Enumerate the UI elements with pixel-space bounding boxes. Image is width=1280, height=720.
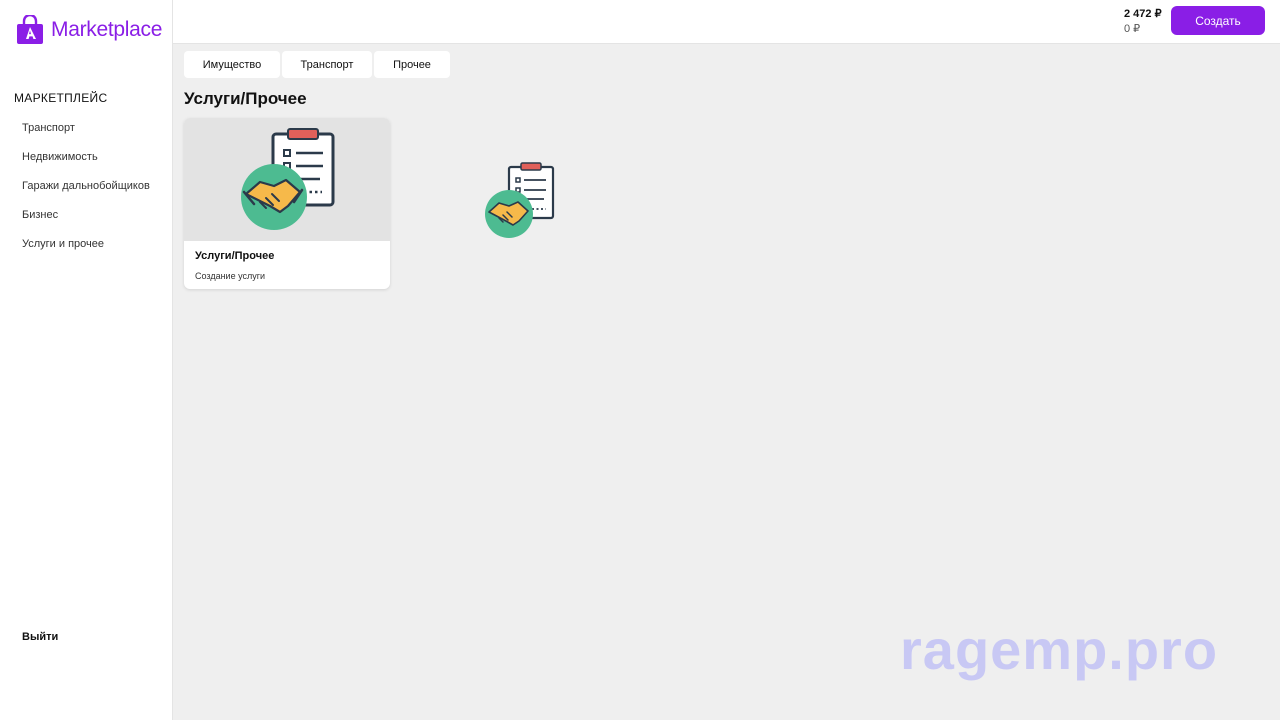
- tab-other[interactable]: Прочее: [374, 51, 450, 78]
- sidebar-item-realty[interactable]: Недвижимость: [22, 149, 150, 178]
- category-tabs: Имущество Транспорт Прочее: [184, 51, 450, 78]
- sidebar: Marketplace МАРКЕТПЛЕЙС Транспорт Недвиж…: [0, 0, 173, 720]
- watermark: ragemp.pro: [900, 618, 1219, 681]
- card-image: [184, 118, 390, 241]
- brand-name: Marketplace: [51, 18, 163, 41]
- create-button[interactable]: Создать: [1171, 6, 1265, 35]
- handshake-checklist-icon: [485, 162, 555, 238]
- balance-main: 2 472 ₽: [1124, 8, 1162, 20]
- nav-heading: МАРКЕТПЛЕЙС: [14, 91, 108, 105]
- brand-logo[interactable]: Marketplace: [15, 14, 162, 46]
- sidebar-item-services[interactable]: Услуги и прочее: [22, 236, 150, 265]
- top-header: 2 472 ₽ 0 ₽ Создать: [173, 0, 1280, 44]
- dragged-card-icon[interactable]: [484, 161, 556, 239]
- balance-secondary: 0 ₽: [1124, 23, 1141, 35]
- shopping-bag-icon: [17, 15, 43, 44]
- sidebar-item-transport[interactable]: Транспорт: [22, 120, 150, 149]
- handshake-checklist-icon: [241, 128, 335, 230]
- sidebar-item-business[interactable]: Бизнес: [22, 207, 150, 236]
- sidebar-item-trucker-garages[interactable]: Гаражи дальнобойщиков: [22, 178, 150, 207]
- logout-button[interactable]: Выйти: [22, 631, 58, 643]
- card-subtitle: Создание услуги: [195, 271, 266, 281]
- sidebar-nav: Транспорт Недвижимость Гаражи дальнобойщ…: [22, 120, 150, 265]
- card-title: Услуги/Прочее: [195, 250, 275, 262]
- section-title: Услуги/Прочее: [184, 89, 307, 108]
- tab-transport[interactable]: Транспорт: [282, 51, 372, 78]
- tab-property[interactable]: Имущество: [184, 51, 280, 78]
- service-card[interactable]: Услуги/Прочее Создание услуги: [184, 118, 390, 289]
- balance: 2 472 ₽ 0 ₽: [1124, 7, 1162, 37]
